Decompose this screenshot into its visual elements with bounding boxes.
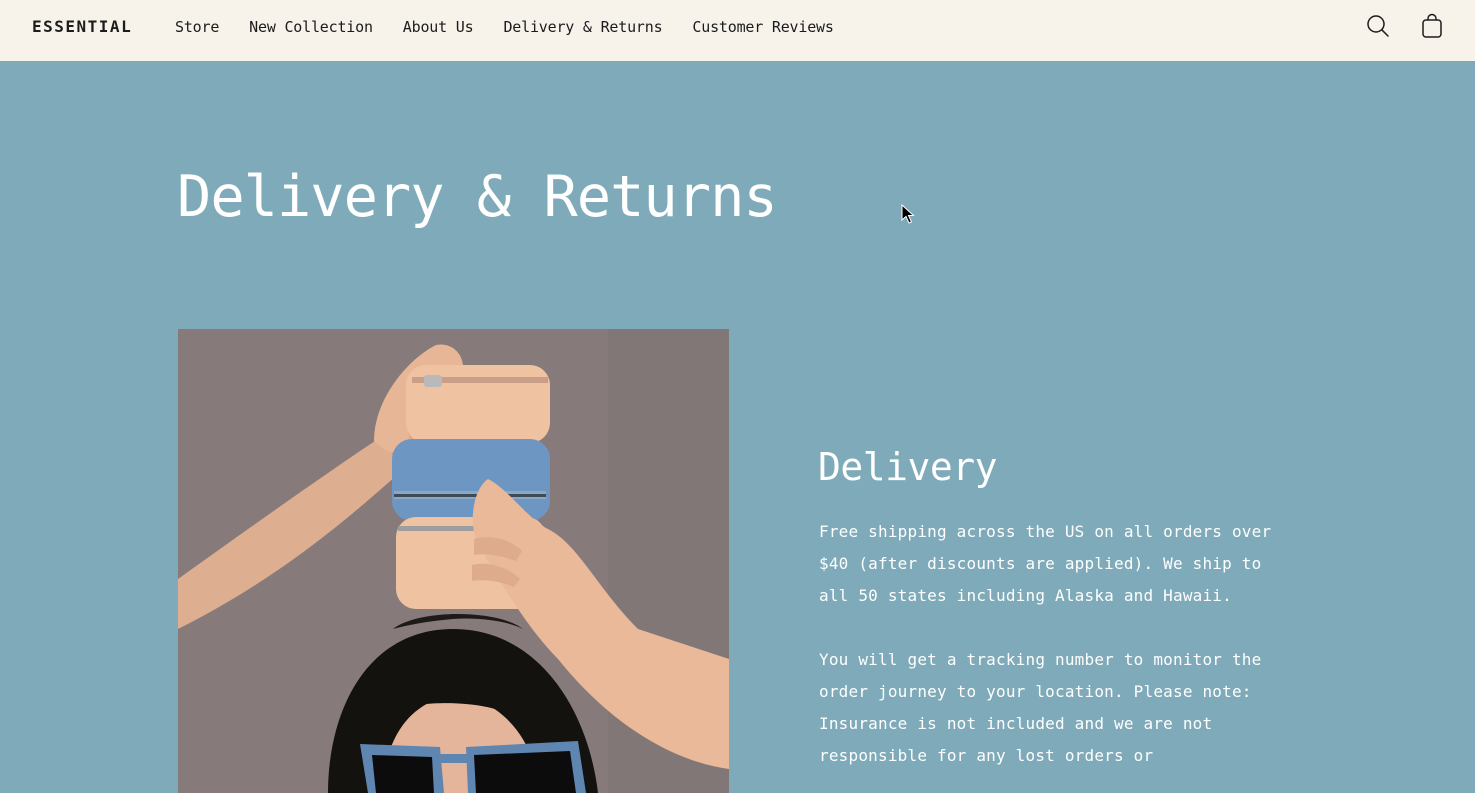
nav-item-store[interactable]: Store — [175, 17, 219, 37]
delivery-paragraph: Free shipping across the US on all order… — [819, 522, 1272, 605]
site-header: ESSENTIAL Store New Collection About Us … — [0, 0, 1475, 61]
search-icon — [1366, 13, 1390, 39]
shopping-bag-icon — [1420, 13, 1444, 39]
delivery-paragraph: You will get a tracking number to monito… — [819, 650, 1262, 765]
nav-item-about-us[interactable]: About Us — [403, 17, 474, 37]
site-logo[interactable]: ESSENTIAL — [32, 17, 132, 37]
nav-item-new-collection[interactable]: New Collection — [249, 17, 373, 37]
delivery-heading: Delivery — [818, 445, 998, 489]
delivery-body: Free shipping across the US on all order… — [819, 516, 1289, 793]
nav-item-delivery-returns[interactable]: Delivery & Returns — [503, 17, 662, 37]
cart-button[interactable] — [1420, 13, 1444, 39]
delivery-photo — [178, 329, 729, 793]
main-nav: Store New Collection About Us Delivery &… — [175, 17, 834, 37]
search-button[interactable] — [1366, 13, 1390, 39]
nav-item-customer-reviews[interactable]: Customer Reviews — [692, 17, 833, 37]
mouse-cursor — [901, 203, 915, 224]
page-title: Delivery & Returns — [177, 164, 778, 230]
